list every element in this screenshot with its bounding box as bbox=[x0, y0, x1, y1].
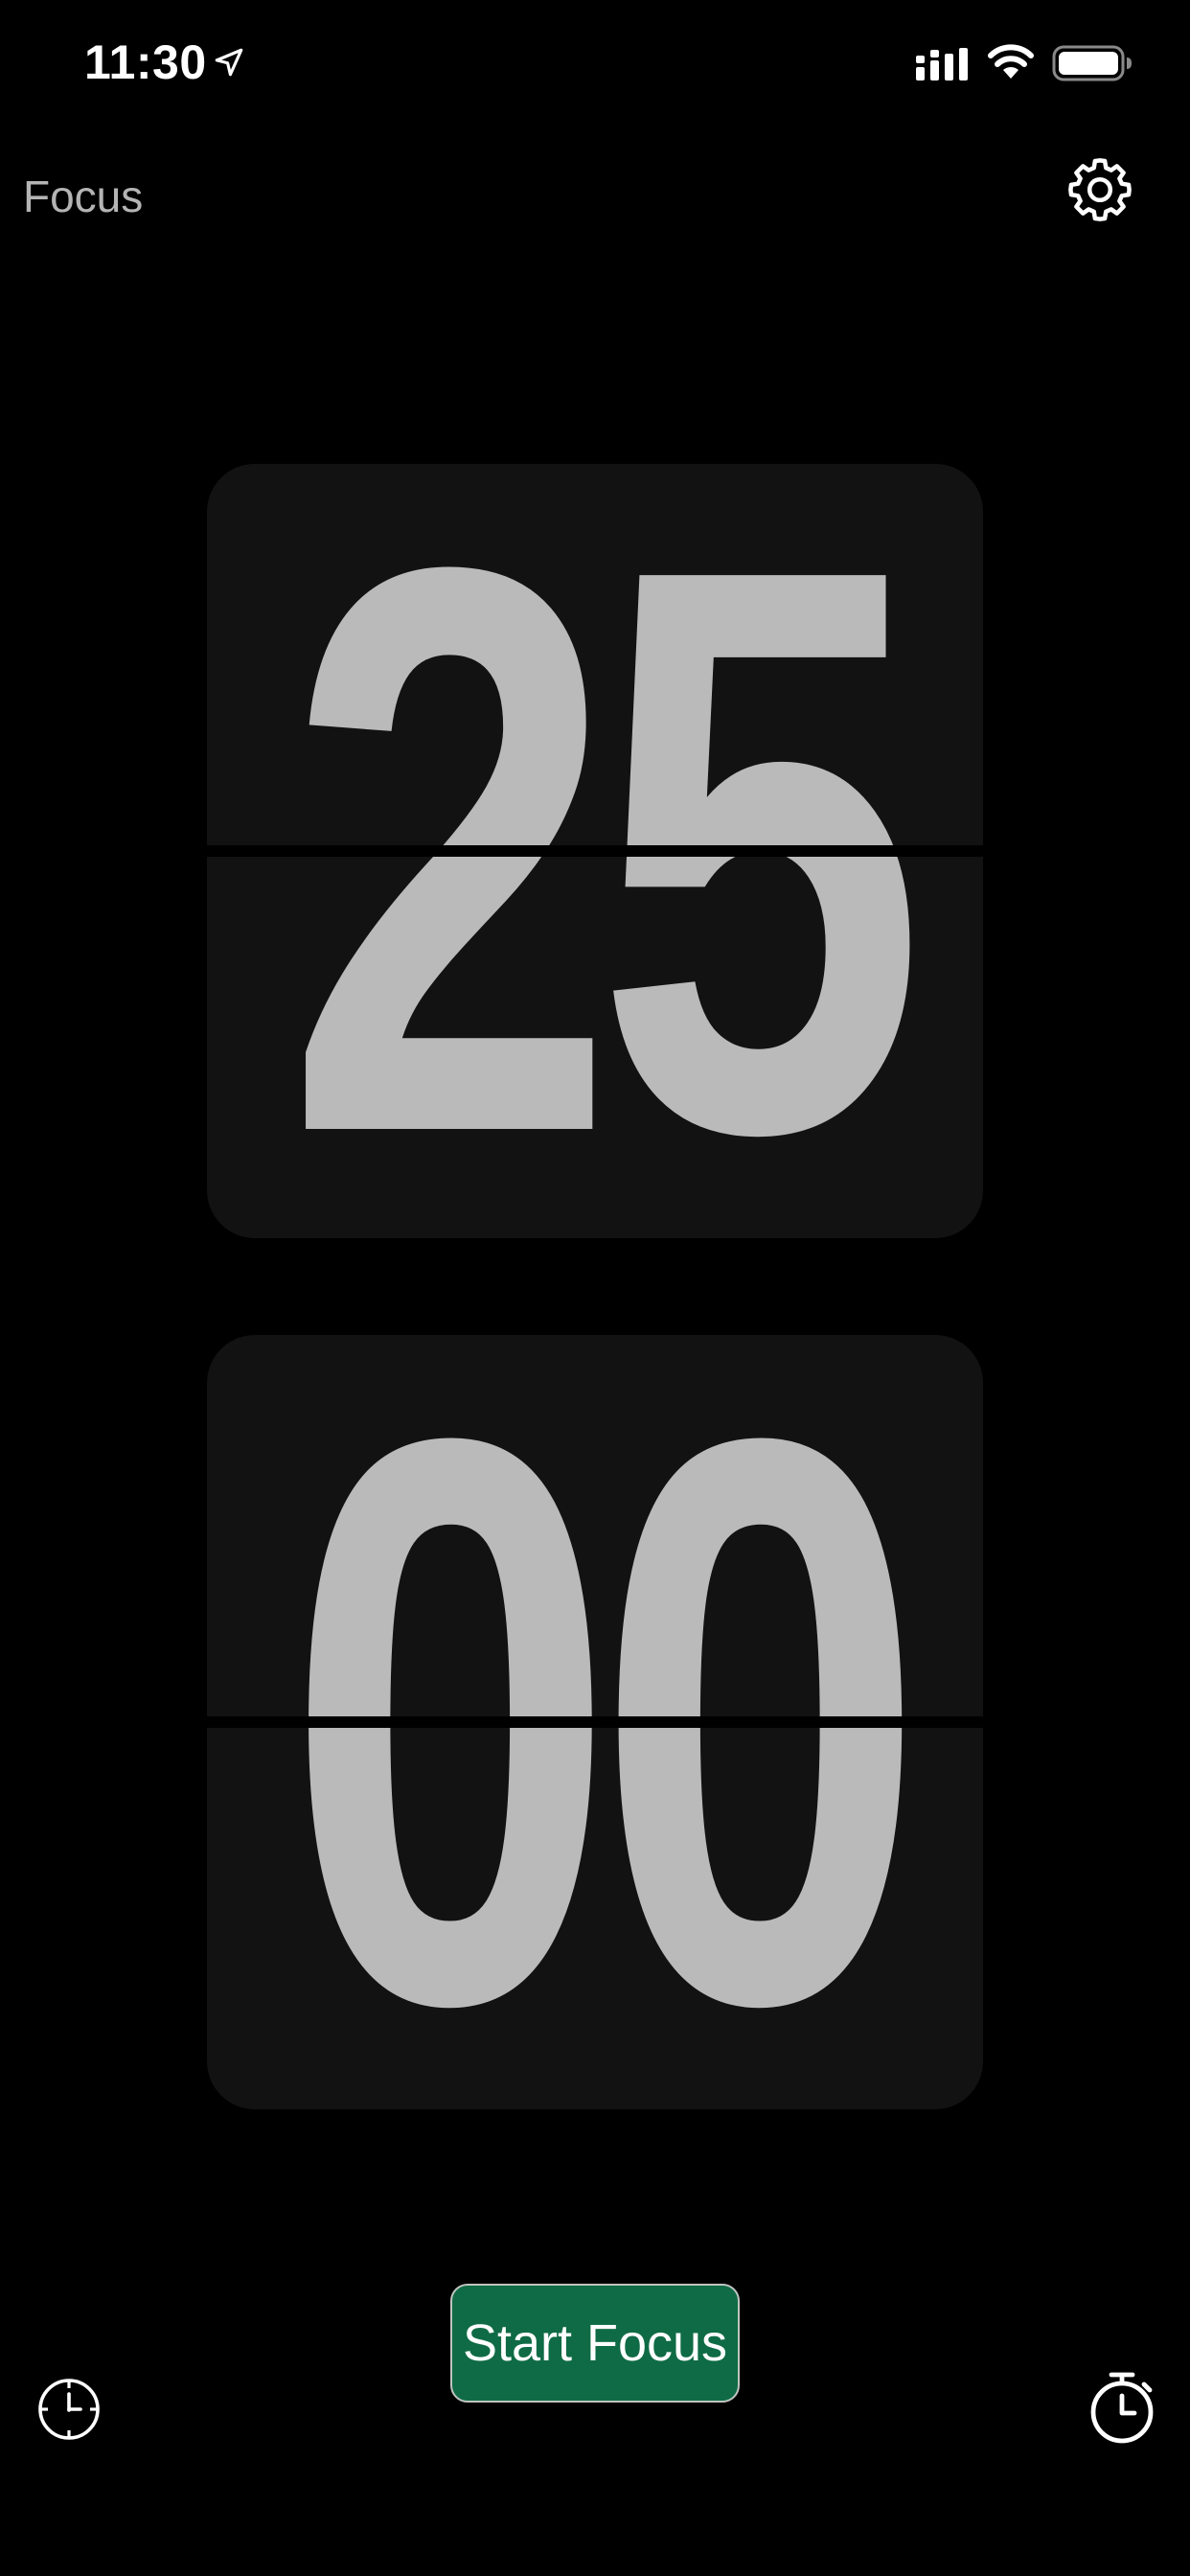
flip-divider bbox=[207, 1716, 983, 1728]
cellular-signal-icon bbox=[916, 48, 968, 80]
start-focus-button[interactable]: Start Focus bbox=[450, 2284, 740, 2403]
status-bar: 11:30 bbox=[0, 0, 1190, 134]
flip-divider bbox=[207, 845, 983, 857]
minutes-flip-card: 25 bbox=[207, 464, 983, 1238]
battery-icon bbox=[1052, 45, 1132, 81]
clock-icon[interactable] bbox=[34, 2375, 103, 2444]
location-arrow-icon bbox=[215, 48, 243, 77]
wifi-icon bbox=[988, 44, 1034, 79]
status-time: 11:30 bbox=[84, 35, 207, 89]
gear-icon[interactable] bbox=[1065, 155, 1134, 224]
page-title: Focus bbox=[23, 172, 144, 221]
stopwatch-icon[interactable] bbox=[1087, 2369, 1157, 2446]
seconds-flip-card: 00 bbox=[207, 1335, 983, 2109]
